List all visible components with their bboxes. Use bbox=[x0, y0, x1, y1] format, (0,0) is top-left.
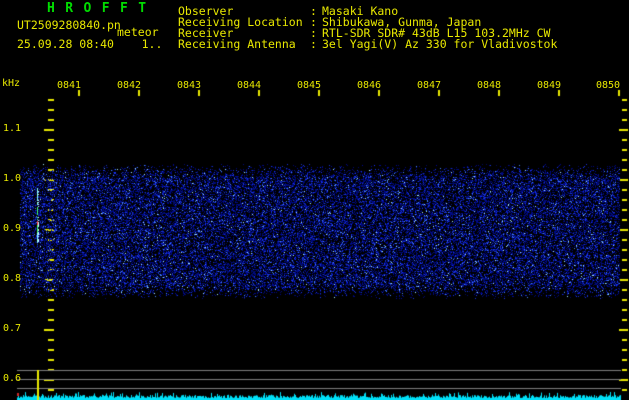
colon: : bbox=[310, 39, 322, 51]
info-value: 3el Yagi(V) Az 330 for Vladivostok bbox=[322, 39, 557, 51]
info-row-antenna: Receiving Antenna:3el Yagi(V) Az 330 for… bbox=[178, 39, 557, 51]
info-label: Receiving Antenna bbox=[178, 39, 310, 51]
freq-tick-label: 0.7 bbox=[3, 324, 21, 334]
freq-tick-label: 0.8 bbox=[3, 274, 21, 284]
freq-tick-label: 1.0 bbox=[3, 174, 21, 184]
datetime-echo-count: 25.09.28 08:40 1.. bbox=[17, 39, 162, 51]
time-tick-label: 0848 bbox=[477, 81, 501, 91]
time-tick-label: 0843 bbox=[177, 81, 201, 91]
freq-tick-label: 1.1 bbox=[3, 124, 21, 134]
time-tick-label: 0849 bbox=[537, 81, 561, 91]
freq-tick-label: 0.6 bbox=[3, 374, 21, 384]
app-title: H R O F F T bbox=[47, 2, 147, 15]
output-filename: UT2509280840.pn bbox=[17, 20, 121, 32]
hrofft-output-image: H R O F F T UT2509280840.pn meteor 25.09… bbox=[0, 0, 629, 400]
time-tick-label: 0846 bbox=[357, 81, 381, 91]
time-tick-label: 0841 bbox=[57, 81, 81, 91]
freq-tick-label: 0.9 bbox=[3, 224, 21, 234]
time-tick-label: 0845 bbox=[297, 81, 321, 91]
spectrogram-canvas bbox=[0, 0, 629, 400]
time-tick-label: 0850 bbox=[596, 81, 620, 91]
time-tick-label: 0842 bbox=[117, 81, 141, 91]
freq-axis-unit: kHz bbox=[2, 79, 20, 89]
time-tick-label: 0847 bbox=[417, 81, 441, 91]
time-tick-label: 0844 bbox=[237, 81, 261, 91]
